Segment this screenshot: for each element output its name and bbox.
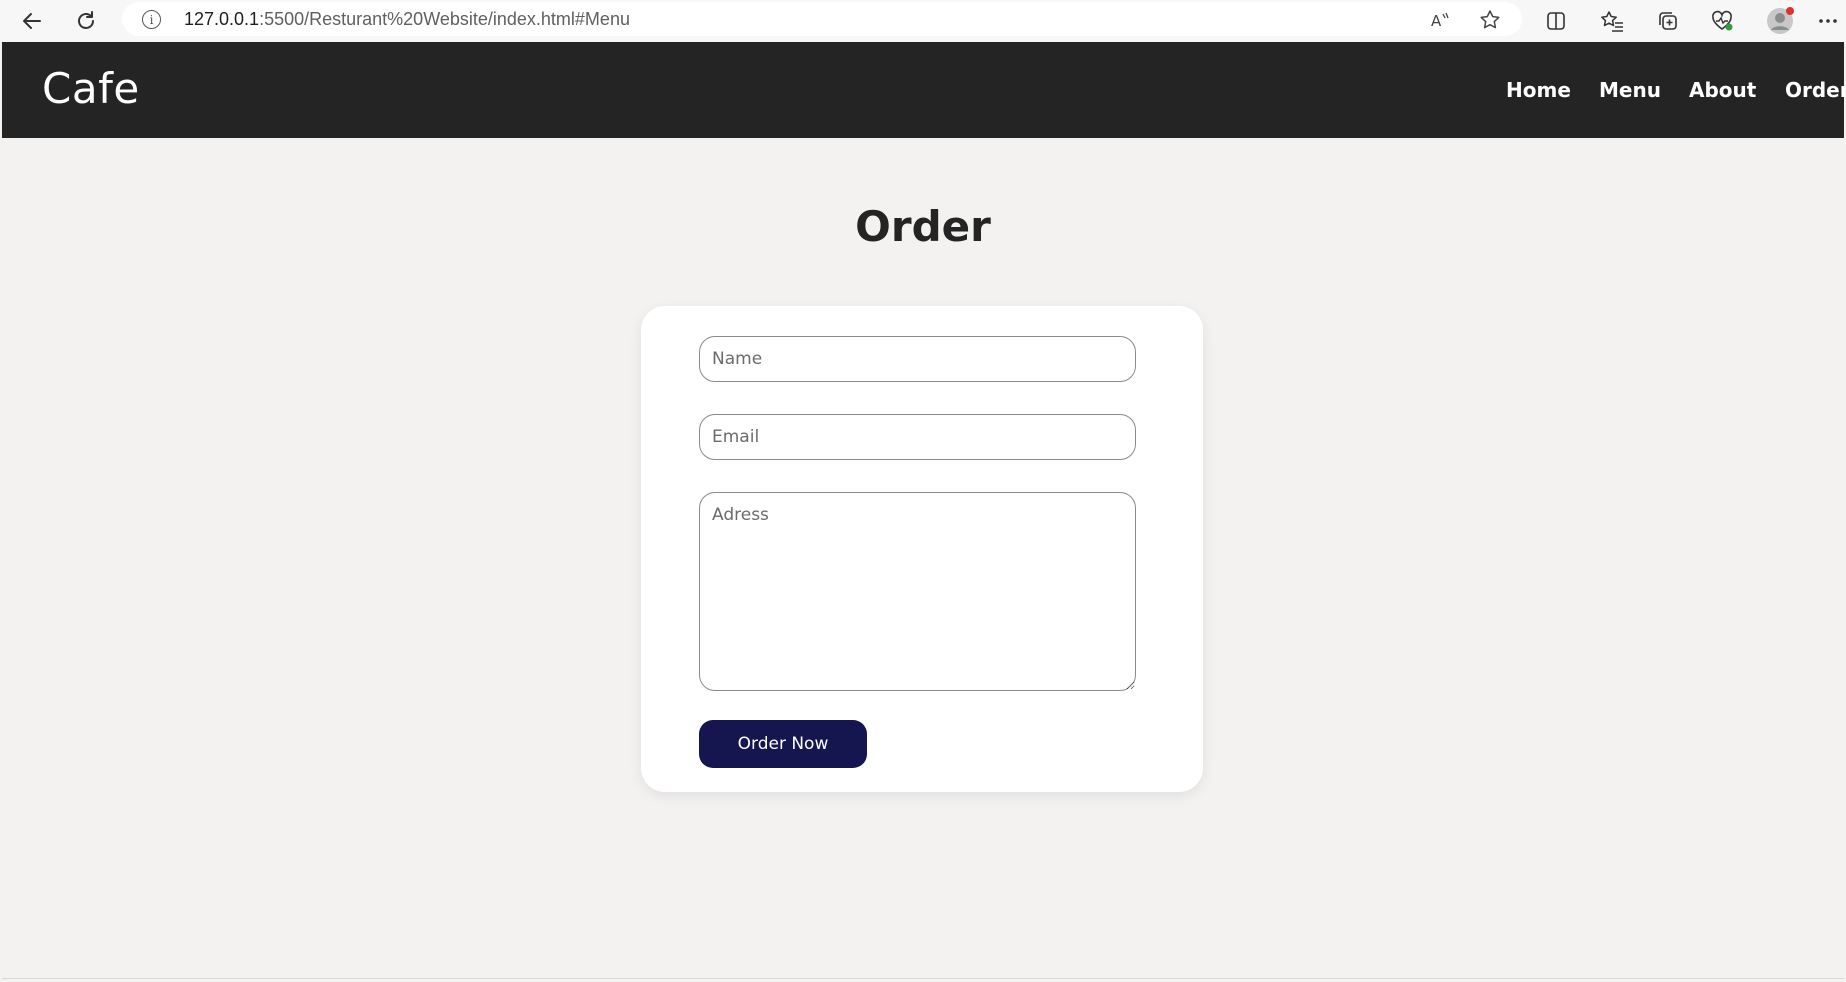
order-heading: Order bbox=[855, 202, 991, 251]
nav-link-about[interactable]: About bbox=[1689, 78, 1756, 102]
browser-essentials-icon[interactable] bbox=[1706, 5, 1738, 37]
brand-logo[interactable]: Cafe bbox=[42, 64, 140, 113]
nav-link-home[interactable]: Home bbox=[1506, 78, 1571, 102]
order-form-card: Order Now bbox=[641, 306, 1203, 792]
page-viewport: Cafe Home Menu About Order Order Order N… bbox=[2, 42, 1846, 979]
nav-link-menu[interactable]: Menu bbox=[1599, 78, 1661, 102]
favorites-icon[interactable] bbox=[1596, 5, 1628, 37]
email-field[interactable] bbox=[699, 414, 1136, 460]
refresh-icon[interactable] bbox=[70, 5, 102, 37]
site-navbar: Cafe Home Menu About Order bbox=[2, 42, 1846, 138]
name-field[interactable] bbox=[699, 336, 1136, 382]
address-field[interactable] bbox=[699, 492, 1136, 691]
back-icon[interactable] bbox=[16, 5, 48, 37]
more-icon[interactable] bbox=[1812, 5, 1844, 37]
read-aloud-icon[interactable]: A bbox=[1427, 7, 1453, 33]
nav-link-order[interactable]: Order bbox=[1785, 78, 1846, 102]
info-icon[interactable]: i bbox=[142, 10, 161, 29]
address-bar[interactable]: i 127.0.0.1:5500/Resturant%20Website/ind… bbox=[122, 2, 1522, 36]
browser-toolbar: i 127.0.0.1:5500/Resturant%20Website/ind… bbox=[0, 0, 1846, 42]
url-text[interactable]: 127.0.0.1:5500/Resturant%20Website/index… bbox=[184, 9, 630, 30]
order-now-button[interactable]: Order Now bbox=[699, 720, 867, 768]
favorite-star-icon[interactable] bbox=[1477, 7, 1503, 33]
split-screen-icon[interactable] bbox=[1540, 5, 1572, 37]
collections-icon[interactable] bbox=[1652, 5, 1684, 37]
profile-avatar-icon[interactable] bbox=[1764, 5, 1796, 37]
svg-text:A: A bbox=[1431, 12, 1442, 30]
